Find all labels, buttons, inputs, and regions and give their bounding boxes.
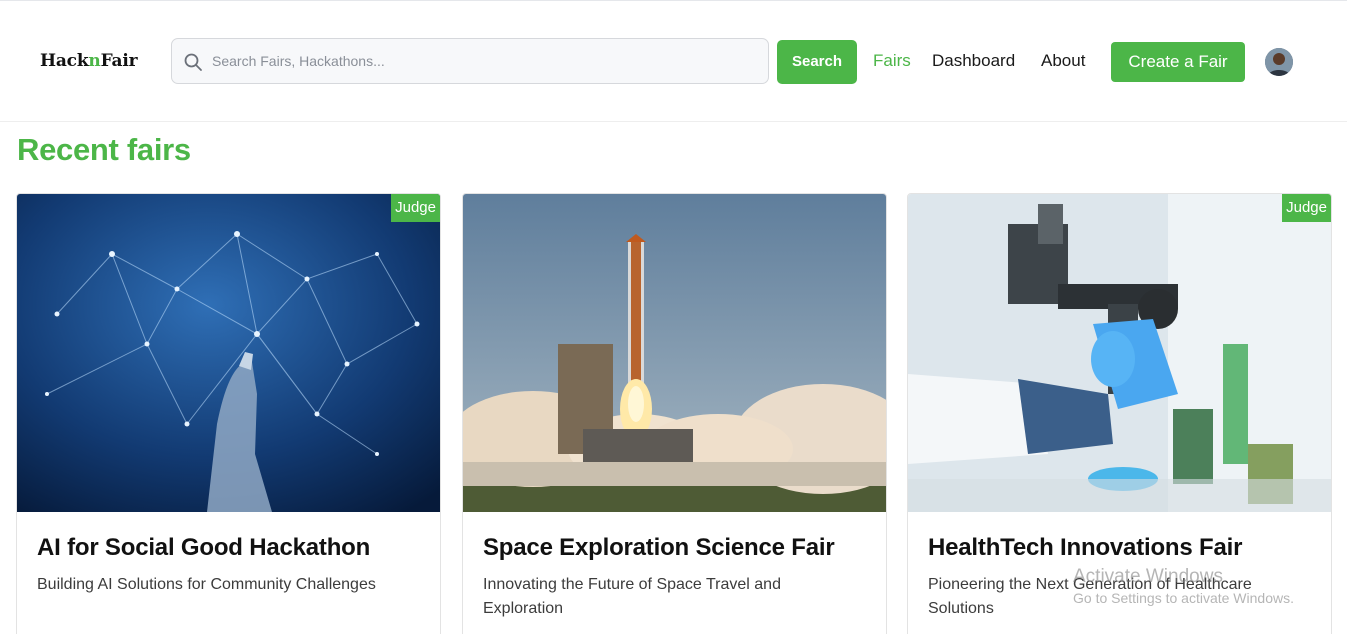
- logo-accent: n: [88, 51, 101, 71]
- fair-card-description: Pioneering the Next Generation of Health…: [928, 576, 1252, 617]
- fair-card[interactable]: Judge AI for Social Good Hackathon Build…: [16, 193, 441, 634]
- nav-dashboard[interactable]: Dashboard: [932, 51, 1015, 71]
- search-bar: [171, 38, 769, 84]
- fair-card[interactable]: Space Exploration Science Fair Innovatin…: [462, 193, 887, 634]
- fair-card-title[interactable]: AI for Social Good Hackathon: [37, 534, 370, 562]
- role-badge: Judge: [391, 194, 440, 222]
- fair-card-image: [463, 194, 886, 512]
- top-navbar: HacknFair Search Fairs Dashboard About C…: [0, 1, 1347, 122]
- nav-fairs[interactable]: Fairs: [873, 51, 911, 71]
- search-button[interactable]: Search: [777, 40, 857, 84]
- fair-card-image: [908, 194, 1331, 512]
- section-title: Recent fairs: [17, 132, 191, 167]
- logo-suffix: Fair: [100, 51, 138, 71]
- create-fair-button[interactable]: Create a Fair: [1111, 42, 1245, 82]
- logo[interactable]: HacknFair: [40, 51, 138, 71]
- logo-prefix: Hack: [40, 51, 89, 71]
- role-badge: Judge: [1282, 194, 1331, 222]
- fair-card-title[interactable]: Space Exploration Science Fair: [483, 534, 835, 562]
- fair-card-image: [17, 194, 440, 512]
- fair-card-description: Innovating the Future of Space Travel an…: [483, 576, 781, 617]
- search-icon: [184, 53, 202, 71]
- fair-card-title[interactable]: HealthTech Innovations Fair: [928, 534, 1242, 562]
- search-input[interactable]: [212, 39, 757, 83]
- fair-card-description: Building AI Solutions for Community Chal…: [37, 576, 376, 593]
- nav-about[interactable]: About: [1041, 51, 1085, 71]
- avatar[interactable]: [1265, 48, 1293, 76]
- fair-card[interactable]: Judge HealthTech Innovations Fair Pionee…: [907, 193, 1332, 634]
